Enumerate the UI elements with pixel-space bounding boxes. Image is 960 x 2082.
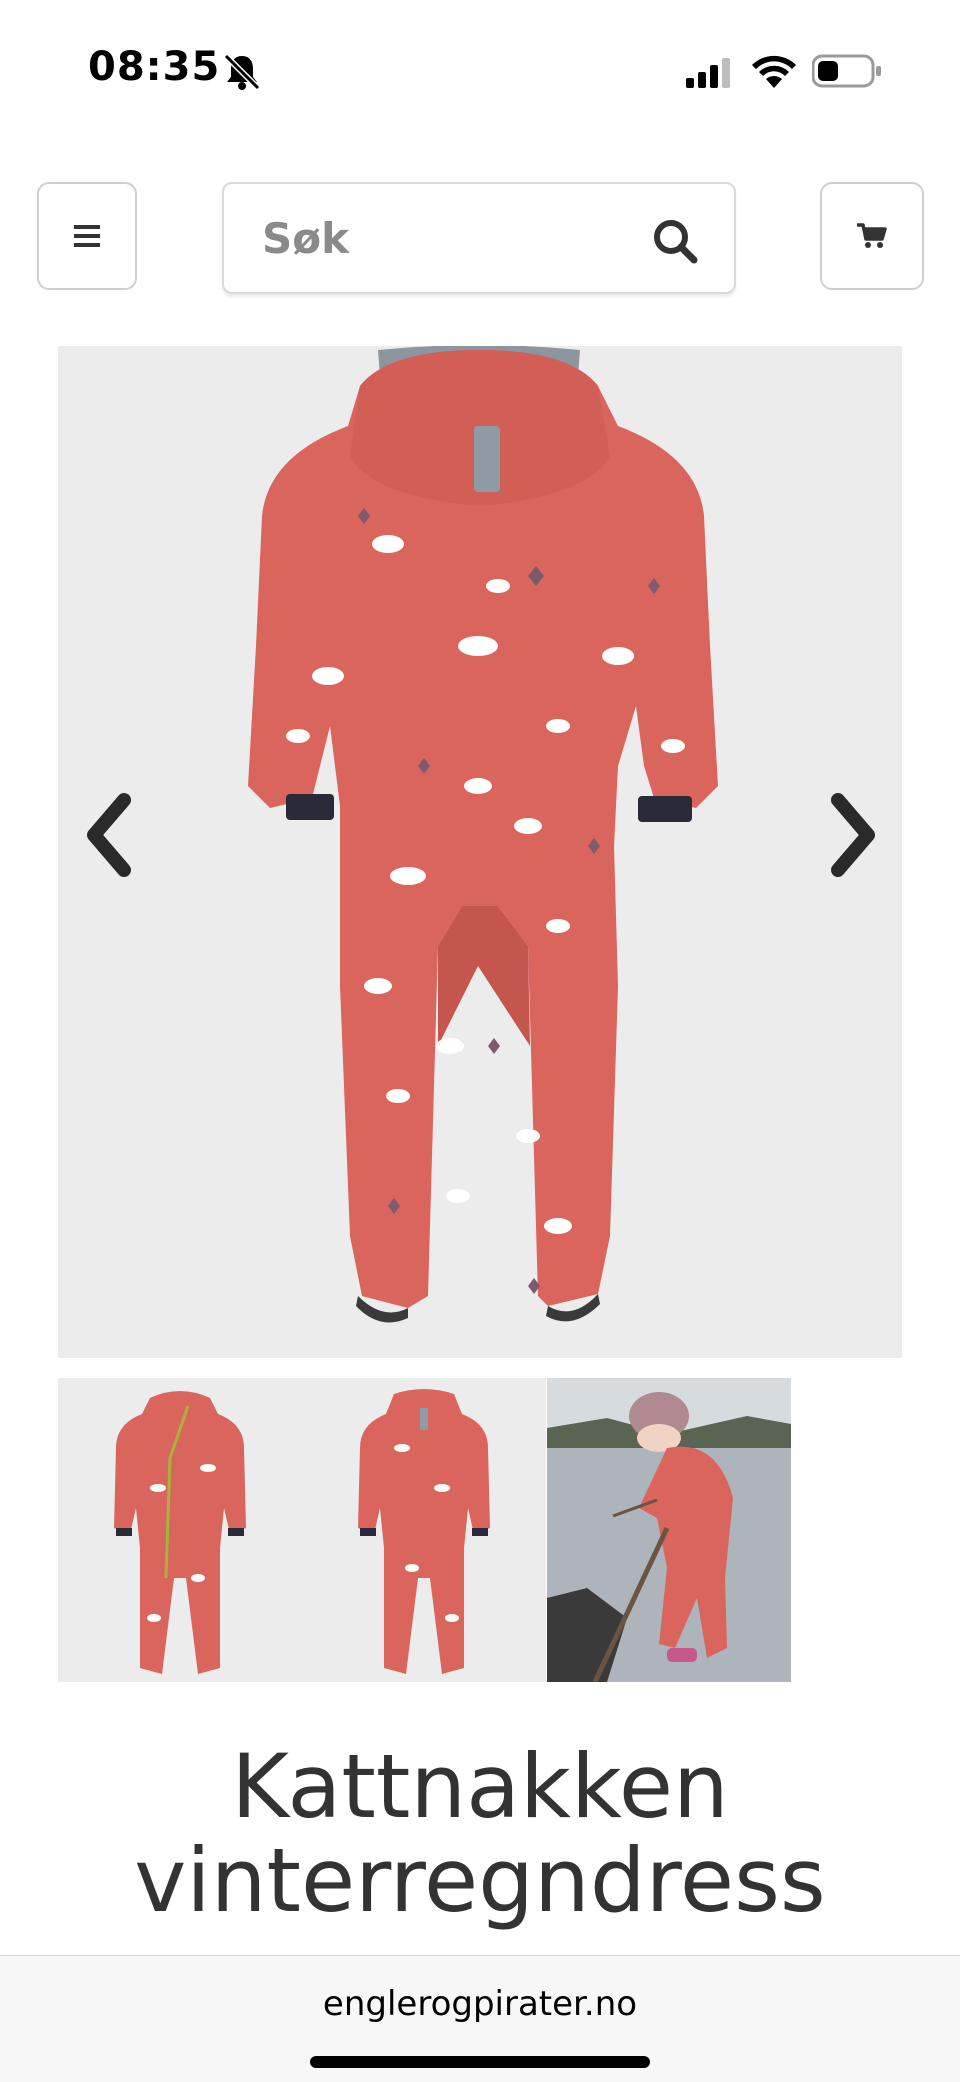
battery-icon [812,54,881,88]
status-time: 08:35 [88,44,221,90]
search-input[interactable] [260,204,644,272]
search-box [222,182,736,294]
chevron-right-icon[interactable] [822,790,882,880]
product-title: Kattnakken vinterregndress [0,1740,960,1928]
thumbnail-front[interactable] [58,1378,302,1682]
hamburger-icon [74,225,100,247]
chevron-left-icon[interactable] [80,790,140,880]
menu-button[interactable] [37,182,137,290]
product-image-back [58,346,902,1358]
product-title-line-1: Kattnakken [231,1735,729,1838]
browser-address-bar: englerogpirater.no [0,1955,960,2082]
home-indicator[interactable] [310,2056,650,2068]
cart-button[interactable] [820,182,924,290]
bell-slash-icon [223,53,261,91]
thumbnail-back[interactable] [302,1378,546,1682]
rain-suit-back-illustration [248,346,718,1323]
wifi-icon [752,55,796,88]
cart-icon [857,223,887,248]
cellular-signal-icon [686,58,730,88]
status-bar: 08:35 [0,0,960,140]
product-title-line-2: vinterregndress [134,1829,826,1932]
url-label[interactable]: englerogpirater.no [0,1984,960,2024]
thumbnail-child-wearing[interactable] [547,1378,791,1682]
search-icon[interactable] [652,218,698,264]
